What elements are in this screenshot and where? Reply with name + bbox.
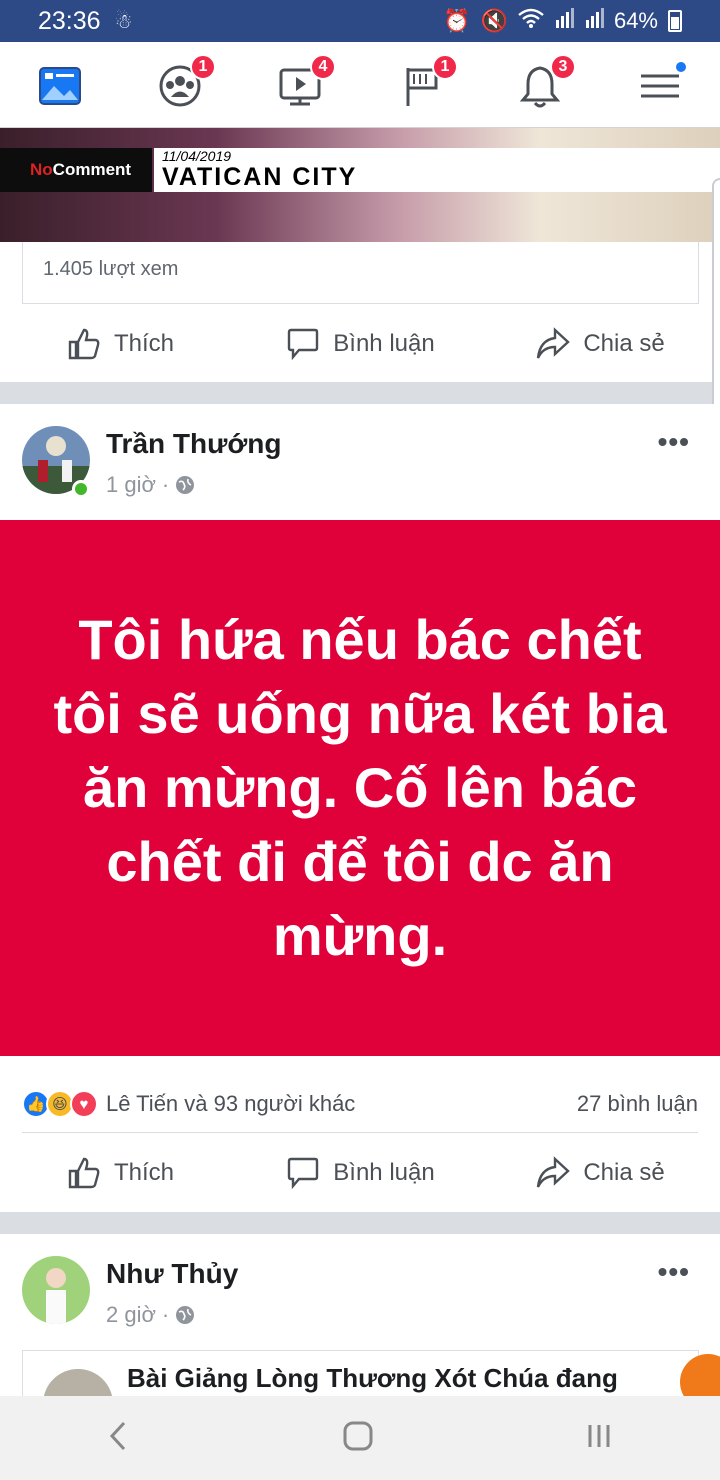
reaction-icons: 👍 😆 ♥ [22, 1090, 98, 1118]
more-options-icon[interactable]: ••• [658, 1256, 690, 1288]
reaction-summary[interactable]: 👍 😆 ♥ Lê Tiến và 93 người khác 27 bình l… [22, 1076, 698, 1132]
battery-icon [668, 10, 682, 32]
globe-icon [176, 476, 195, 494]
post-time[interactable]: 2 giờ [106, 1302, 156, 1328]
post-actions: Thích Bình luận Chia sẻ [0, 1133, 720, 1213]
system-navigation-bar [0, 1396, 720, 1480]
view-count-text: 1.405 lượt xem [43, 258, 179, 280]
watch-badge: 4 [310, 54, 336, 80]
share-button[interactable]: Chia sẻ [480, 326, 720, 362]
tab-menu[interactable] [638, 60, 688, 108]
like-button[interactable]: Thích [0, 326, 240, 362]
post-author[interactable]: Như Thủy [106, 1258, 238, 1290]
share-icon [537, 327, 571, 359]
thumbs-up-icon [68, 328, 100, 360]
comment-button[interactable]: Bình luận [240, 326, 480, 362]
top-navbar: 1 4 1 3 [0, 42, 720, 128]
groups-badge: 1 [190, 54, 216, 80]
menu-dot [674, 60, 688, 74]
separator-dot: · [161, 472, 170, 497]
more-options-icon[interactable]: ••• [658, 426, 690, 458]
back-icon[interactable] [104, 1419, 134, 1458]
online-indicator [72, 480, 90, 498]
separator-dot: · [161, 1302, 170, 1327]
like-button[interactable]: Thích [0, 1155, 240, 1191]
view-count: 1.405 lượt xem [22, 242, 699, 304]
share-label: Chia sẻ [583, 330, 665, 357]
love-reaction-icon: ♥ [70, 1090, 98, 1118]
comment-label: Bình luận [333, 330, 435, 357]
signal-icon-2 [584, 8, 604, 34]
recent-apps-icon[interactable] [582, 1419, 616, 1458]
shared-title: Bài Giảng Lòng Thương Xót Chúa đang [127, 1363, 618, 1393]
share-icon [537, 1156, 571, 1188]
mute-icon: 🔇 [480, 8, 508, 33]
caption-date: 11/04/2019 [162, 148, 232, 164]
wifi-icon [518, 8, 544, 34]
comment-icon [288, 328, 319, 361]
notification-icon: ☃ [114, 10, 133, 33]
post-card: Trần Thướng 1 giờ · ••• Tôi hứa nếu bác … [0, 404, 720, 1212]
comment-button[interactable]: Bình luận [240, 1155, 480, 1191]
signal-icon [554, 8, 574, 34]
avatar[interactable] [22, 1256, 90, 1324]
nocomment-no: No [30, 160, 53, 179]
video-caption: 11/04/2019 VATICAN CITY [154, 148, 720, 192]
comment-label: Bình luận [333, 1159, 435, 1186]
nocomment-comment: Comment [52, 160, 132, 179]
tab-news-feed[interactable] [38, 64, 82, 108]
post-header: Như Thủy 2 giờ · ••• [0, 1234, 720, 1344]
video-thumbnail[interactable]: No Comment 11/04/2019 VATICAN CITY [0, 128, 720, 242]
battery-percent: 64% [613, 8, 658, 33]
alarm-icon: ⏰ [443, 8, 471, 33]
news-feed-icon [39, 67, 81, 105]
status-bar: 23:36 ☃ ⏰ 🔇 64% [0, 0, 720, 42]
pages-badge: 1 [432, 54, 458, 80]
video-post-actions: Thích Bình luận Chia sẻ [0, 304, 720, 384]
post-meta: 2 giờ · [106, 1302, 195, 1328]
like-label: Thích [113, 1159, 175, 1186]
home-icon[interactable] [341, 1419, 375, 1458]
like-label: Thích [113, 330, 175, 357]
tab-watch[interactable]: 4 [278, 54, 336, 108]
status-time: 23:36 [38, 6, 101, 35]
post-text[interactable]: Tôi hứa nếu bác chết tôi sẽ uống nữa két… [0, 520, 720, 1056]
tab-pages[interactable]: 1 [400, 54, 458, 108]
post-meta: 1 giờ · [106, 472, 195, 498]
post-card: Như Thủy 2 giờ · ••• Bài Giảng Lòng Thươ… [0, 1234, 720, 1410]
video-post-card: No Comment 11/04/2019 VATICAN CITY 1.405 … [0, 128, 720, 382]
post-time[interactable]: 1 giờ [106, 472, 156, 498]
post-author[interactable]: Trần Thướng [106, 428, 282, 460]
status-icons: ⏰ 🔇 64% [443, 8, 682, 34]
reactions-text: Lê Tiến và 93 người khác [106, 1091, 356, 1116]
tab-notifications[interactable]: 3 [518, 54, 576, 108]
comments-count[interactable]: 27 bình luận [577, 1091, 698, 1117]
thumbs-up-icon [68, 1157, 100, 1189]
tab-groups[interactable]: 1 [158, 54, 216, 108]
notifications-badge: 3 [550, 54, 576, 80]
post-header: Trần Thướng 1 giờ · ••• [0, 404, 720, 514]
comment-icon [288, 1157, 319, 1190]
share-label: Chia sẻ [583, 1159, 665, 1186]
share-button[interactable]: Chia sẻ [480, 1155, 720, 1191]
nocomment-logo: No Comment [0, 148, 152, 192]
caption-location: VATICAN CITY [162, 163, 358, 191]
globe-icon [176, 1306, 195, 1324]
